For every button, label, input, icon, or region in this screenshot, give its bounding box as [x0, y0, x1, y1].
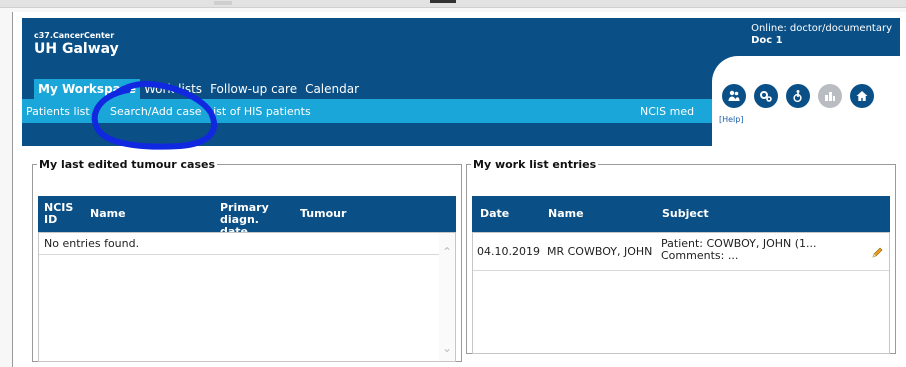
- scroll-down-icon[interactable]: ⌄: [442, 341, 452, 355]
- subnav-search-add-case[interactable]: Search/Add case: [110, 105, 202, 118]
- scroll-up-icon[interactable]: ⌃: [442, 245, 452, 259]
- nav-follow-up-care[interactable]: Follow-up care: [206, 79, 301, 99]
- settings-icon[interactable]: [754, 84, 778, 108]
- row-name: MR COWBOY, JOHN: [547, 245, 653, 258]
- home-icon[interactable]: [850, 84, 874, 108]
- tumour-cases-title: My last edited tumour cases: [39, 158, 215, 171]
- work-list-title: My work list entries: [473, 158, 597, 171]
- primary-nav: My Workspace Work lists Follow-up care C…: [34, 79, 363, 99]
- row-date: 04.10.2019: [477, 245, 540, 258]
- user-info: Online: doctor/documentary Doc 1: [751, 23, 892, 47]
- col-name[interactable]: Name: [90, 208, 126, 220]
- active-tab-indicator: [430, 0, 456, 3]
- quick-action-icons: [722, 84, 874, 108]
- user-doc: Doc 1: [751, 35, 783, 46]
- patient-icon[interactable]: [722, 84, 746, 108]
- brand-title: UH Galway: [34, 41, 119, 57]
- quick-actions-panel: [Help]: [712, 56, 900, 146]
- col-tumour[interactable]: Tumour: [300, 208, 346, 220]
- col-date[interactable]: Date: [480, 208, 509, 220]
- table-row[interactable]: 04.10.2019 MR COWBOY, JOHN Patient: COWB…: [473, 233, 889, 271]
- col-ncis-id[interactable]: NCIS ID: [44, 202, 84, 226]
- workspace-content: My last edited tumour cases NCIS ID Name…: [22, 146, 900, 367]
- work-list-body: 04.10.2019 MR COWBOY, JOHN Patient: COWB…: [472, 232, 890, 354]
- subnav-his-patients[interactable]: List of HIS patients: [207, 105, 311, 118]
- edit-pencil-icon[interactable]: [871, 247, 883, 262]
- work-list-header: Date Name Subject: [472, 196, 890, 232]
- tumour-cases-body: No entries found. ⌃ ⌄: [38, 232, 456, 362]
- work-list-group: My work list entries Date Name Subject 0…: [466, 158, 896, 354]
- secondary-nav: Patients list Search/Add case List of HI…: [22, 99, 712, 123]
- empty-message: No entries found.: [44, 237, 140, 250]
- brand-small: c37.CancerCenter: [34, 31, 115, 40]
- table-row: No entries found.: [39, 233, 439, 255]
- nav-calendar[interactable]: Calendar: [301, 79, 363, 99]
- col-subject[interactable]: Subject: [662, 208, 709, 220]
- col-name[interactable]: Name: [548, 208, 584, 220]
- nav-my-workspace[interactable]: My Workspace: [34, 79, 140, 99]
- browser-top-strip: [0, 0, 906, 8]
- nav-work-lists[interactable]: Work lists: [140, 79, 206, 99]
- reports-icon: [818, 84, 842, 108]
- tumour-cases-scrollbar[interactable]: ⌃ ⌄: [439, 233, 455, 361]
- online-status: Online: doctor/documentary: [751, 23, 892, 34]
- row-subject-comments: Comments: ...: [661, 249, 739, 262]
- help-link[interactable]: [Help]: [719, 115, 743, 124]
- accessibility-icon[interactable]: [786, 84, 810, 108]
- app-header: c37.CancerCenter UH Galway Online: docto…: [22, 18, 900, 146]
- subnav-ncis-med[interactable]: NCIS med: [640, 105, 694, 118]
- tumour-cases-group: My last edited tumour cases NCIS ID Name…: [32, 158, 462, 362]
- subnav-patients-list[interactable]: Patients list: [26, 105, 90, 118]
- tumour-cases-header: NCIS ID Name Primary diagn. date Tumour: [38, 196, 456, 238]
- strip-mark: [214, 1, 232, 5]
